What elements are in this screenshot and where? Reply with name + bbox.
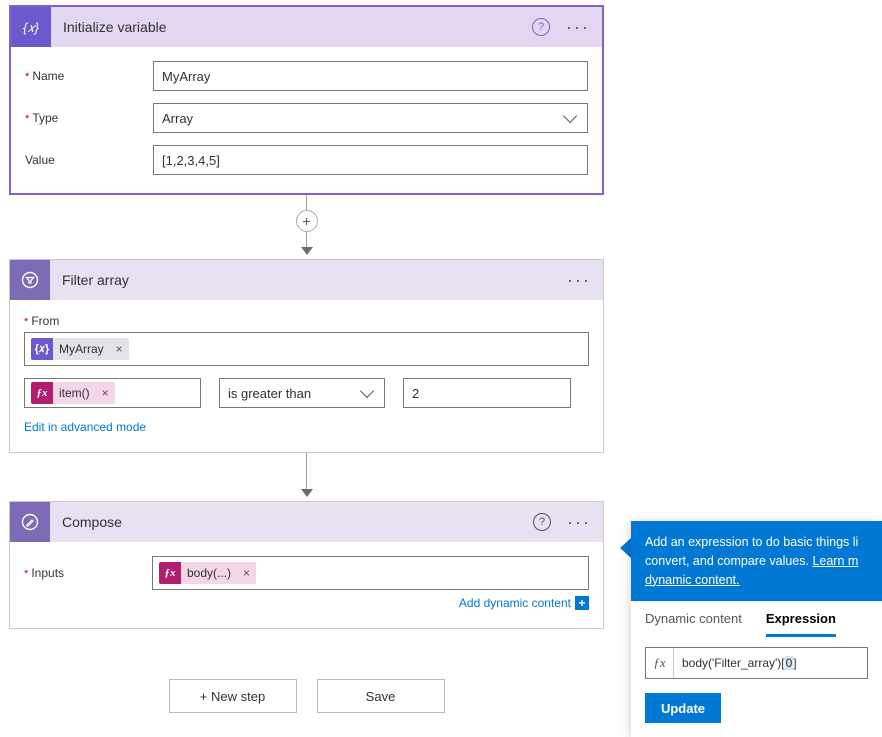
card-body: Inputs ƒx body(...) × Add dynamic conten… <box>10 542 603 628</box>
compose-card: Compose ? ··· Inputs ƒx body(...) × <box>9 501 604 629</box>
arrow-down-icon <box>301 247 313 255</box>
card-title: Filter array <box>50 272 567 288</box>
from-input[interactable]: {𝑥} MyArray × <box>24 332 589 366</box>
filter-icon <box>10 260 50 300</box>
help-icon[interactable]: ? <box>532 18 550 36</box>
update-button[interactable]: Update <box>645 693 721 723</box>
tab-expression[interactable]: Expression <box>766 611 836 637</box>
expression-text: body('Filter_array')[0] <box>674 656 805 671</box>
type-label: Type <box>25 111 153 125</box>
add-dynamic-content-link[interactable]: Add dynamic content + <box>24 596 589 610</box>
card-header[interactable]: Filter array ··· <box>10 260 603 300</box>
plus-badge-icon: + <box>575 596 589 610</box>
expression-token[interactable]: ƒx item() × <box>31 382 115 404</box>
name-input[interactable]: MyArray <box>153 61 588 91</box>
filter-array-card: Filter array ··· From {𝑥} MyArray × <box>9 259 604 453</box>
name-label: Name <box>25 69 153 83</box>
token-remove-button[interactable]: × <box>96 386 115 400</box>
save-button[interactable]: Save <box>317 679 445 713</box>
footer-actions: + New step Save <box>169 679 445 713</box>
tab-dynamic-content[interactable]: Dynamic content <box>645 611 742 637</box>
arrow-down-icon <box>301 489 313 497</box>
fx-icon: ƒx <box>646 648 674 678</box>
value-input[interactable]: [1,2,3,4,5] <box>153 145 588 175</box>
type-select[interactable]: Array <box>153 103 588 133</box>
more-menu-button[interactable]: ··· <box>567 270 591 291</box>
new-step-button[interactable]: + New step <box>169 679 297 713</box>
connector <box>301 453 313 497</box>
variable-icon: {𝑥} <box>31 338 53 360</box>
card-body: From {𝑥} MyArray × ƒx item() × <box>10 300 603 452</box>
advanced-mode-link[interactable]: Edit in advanced mode <box>24 420 146 434</box>
popup-tabs: Dynamic content Expression <box>631 601 882 637</box>
value-label: Value <box>25 153 153 167</box>
card-title: Compose <box>50 514 533 530</box>
variable-token[interactable]: {𝑥} MyArray × <box>31 338 129 360</box>
condition-left-input[interactable]: ƒx item() × <box>24 378 201 408</box>
initialize-variable-card: {𝑥} Initialize variable ? ··· Name MyArr… <box>9 5 604 195</box>
popup-caret-icon <box>620 538 631 558</box>
chevron-down-icon <box>563 109 577 123</box>
card-header[interactable]: Compose ? ··· <box>10 502 603 542</box>
connector: + <box>296 195 318 255</box>
expression-popup: Add an expression to do basic things li … <box>631 521 882 737</box>
card-title: Initialize variable <box>51 19 532 35</box>
inputs-label: Inputs <box>24 566 152 580</box>
chevron-down-icon <box>360 384 374 398</box>
more-menu-button[interactable]: ··· <box>567 512 591 533</box>
card-header[interactable]: {𝑥} Initialize variable ? ··· <box>11 7 602 47</box>
learn-more-link[interactable]: dynamic content. <box>645 573 740 587</box>
from-label: From <box>24 314 152 328</box>
svg-text:{𝑥}: {𝑥} <box>23 20 40 35</box>
compose-icon <box>10 502 50 542</box>
token-remove-button[interactable]: × <box>237 566 256 580</box>
add-step-inline-button[interactable]: + <box>296 210 318 232</box>
card-body: Name MyArray Type Array Value [1,2,3,4,5… <box>11 47 602 193</box>
inputs-input[interactable]: ƒx body(...) × <box>152 556 589 590</box>
fx-icon: ƒx <box>159 562 181 584</box>
learn-more-link[interactable]: Learn m <box>812 554 858 568</box>
condition-row: ƒx item() × is greater than 2 <box>24 378 589 408</box>
more-menu-button[interactable]: ··· <box>566 17 590 38</box>
fx-icon: ƒx <box>31 382 53 404</box>
variable-icon: {𝑥} <box>11 7 51 47</box>
expression-input[interactable]: ƒx body('Filter_array')[0] <box>645 647 868 679</box>
condition-right-input[interactable]: 2 <box>403 378 571 408</box>
help-icon[interactable]: ? <box>533 513 551 531</box>
expression-token[interactable]: ƒx body(...) × <box>159 562 256 584</box>
popup-description: Add an expression to do basic things li … <box>631 521 882 601</box>
condition-operator-select[interactable]: is greater than <box>219 378 385 408</box>
token-remove-button[interactable]: × <box>110 342 129 356</box>
